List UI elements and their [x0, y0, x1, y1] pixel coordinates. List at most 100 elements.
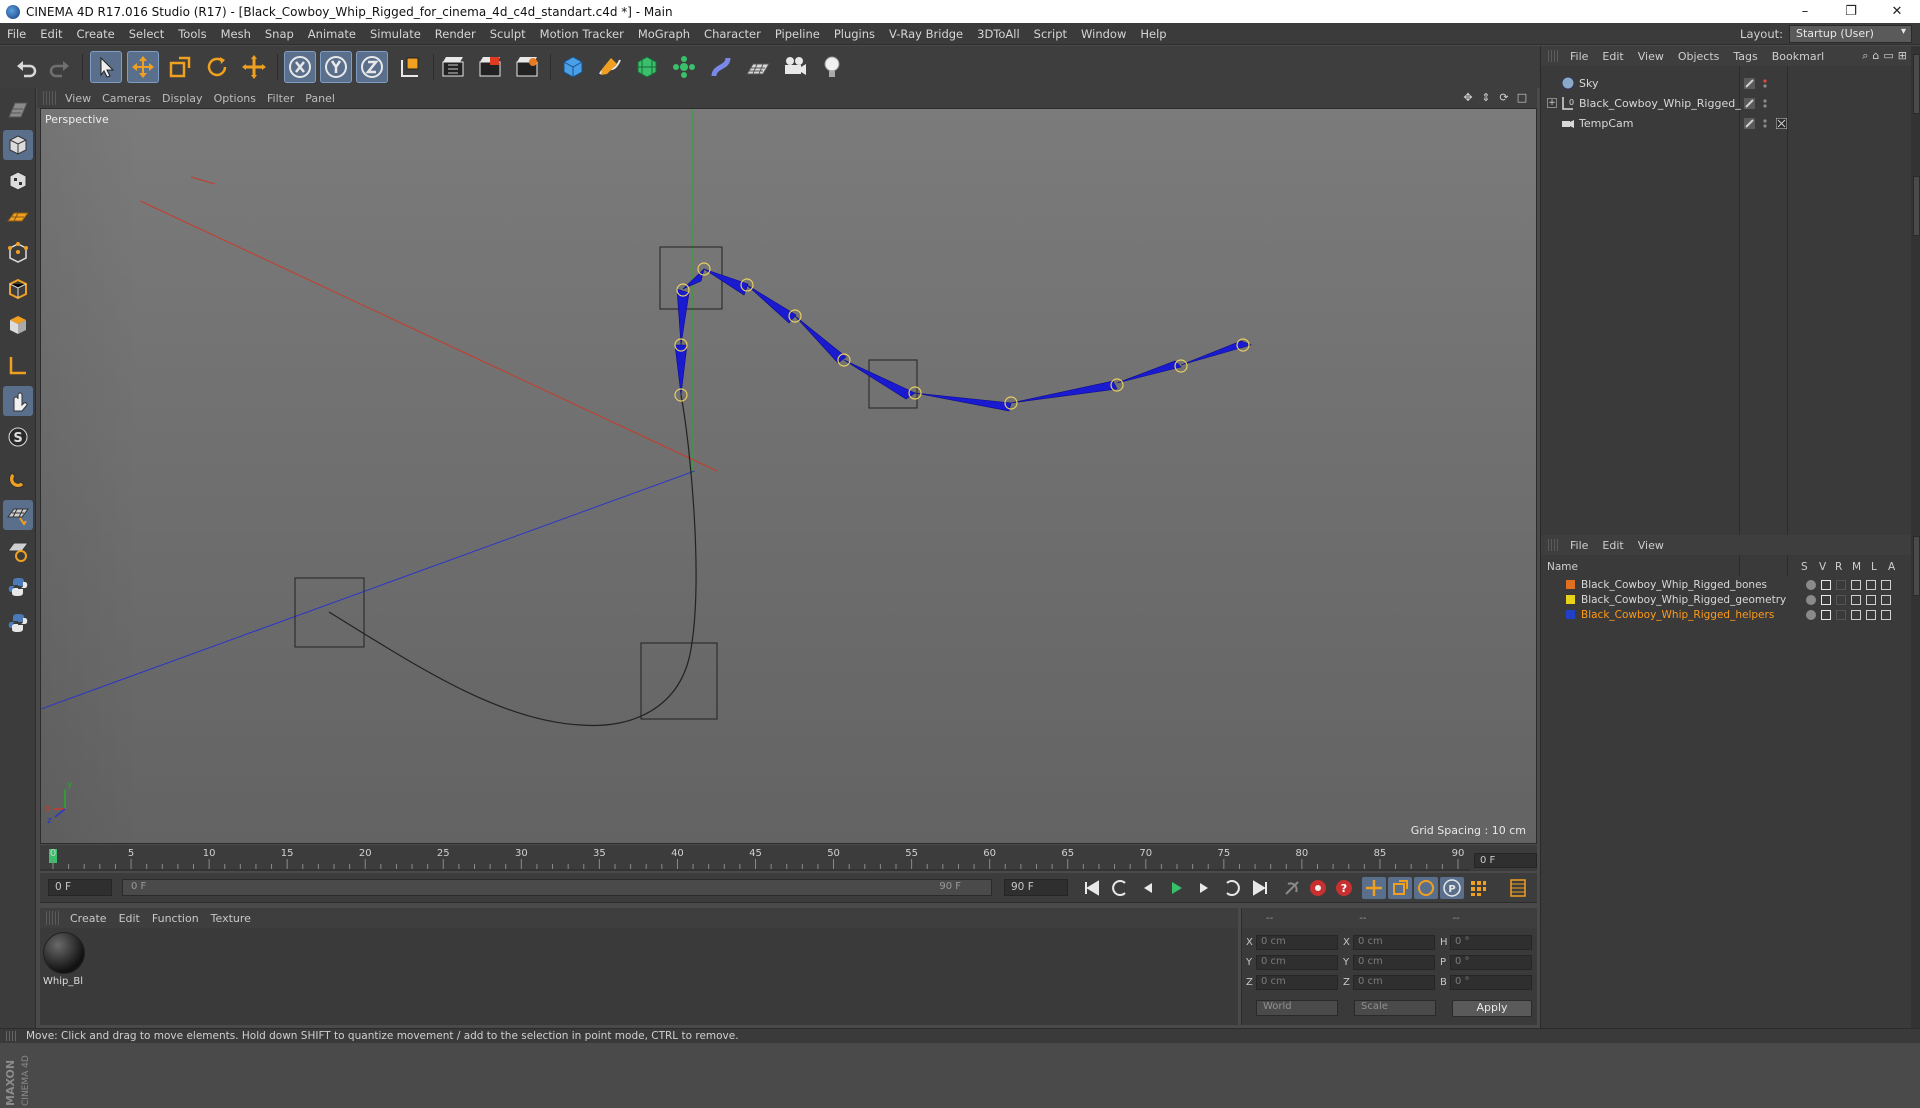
- menu-script[interactable]: Script: [1027, 27, 1074, 41]
- python-console-icon[interactable]: [3, 608, 33, 638]
- polygons-mode-icon[interactable]: [3, 310, 33, 340]
- key-rotation-icon[interactable]: [1414, 877, 1438, 899]
- layer-flag-toggle[interactable]: [1866, 579, 1876, 590]
- layer-flag-toggle[interactable]: [1821, 594, 1831, 605]
- bone[interactable]: [1180, 340, 1252, 366]
- menu-window[interactable]: Window: [1074, 27, 1133, 41]
- rotation-p-field[interactable]: 0 °: [1450, 955, 1532, 970]
- maximize-view-icon[interactable]: □: [1515, 90, 1529, 104]
- scale-icon[interactable]: [164, 51, 196, 83]
- viewport-menu-options[interactable]: Options: [214, 92, 267, 105]
- layer-flag-toggle[interactable]: [1836, 579, 1846, 590]
- close-button[interactable]: ✕: [1874, 0, 1920, 23]
- layer-flags[interactable]: [1806, 594, 1891, 605]
- select-icon[interactable]: [90, 51, 122, 83]
- editor-visibility-icon[interactable]: [1744, 77, 1755, 89]
- menu-mograph[interactable]: MoGraph: [631, 27, 697, 41]
- render-view-icon[interactable]: [437, 51, 469, 83]
- layer-flag-toggle[interactable]: [1881, 579, 1891, 590]
- layer-flag-toggle[interactable]: [1851, 579, 1861, 590]
- scene-view[interactable]: y x z: [41, 109, 1537, 844]
- cube-icon[interactable]: [557, 51, 589, 83]
- layer-color-swatch[interactable]: [1566, 580, 1575, 589]
- menu-vray-bridge[interactable]: V-Ray Bridge: [882, 27, 970, 41]
- size-y-field[interactable]: 0 cm: [1353, 955, 1435, 970]
- camera-target-tag-icon[interactable]: [1776, 117, 1787, 129]
- workplane-lock-icon[interactable]: [3, 536, 33, 566]
- undo-icon[interactable]: [10, 51, 42, 83]
- maximize-button[interactable]: ❐: [1828, 0, 1874, 23]
- menu-character[interactable]: Character: [697, 27, 768, 41]
- frame-range-slider[interactable]: 0 F 90 F: [122, 879, 992, 896]
- menu-file[interactable]: File: [0, 27, 33, 41]
- render-settings-icon[interactable]: [511, 51, 543, 83]
- key-position-icon[interactable]: [1362, 877, 1386, 899]
- whip-bones[interactable]: [674, 268, 1252, 412]
- editor-visibility-icon[interactable]: [1744, 97, 1755, 109]
- viewport-menu-panel[interactable]: Panel: [305, 92, 346, 105]
- menu-simulate[interactable]: Simulate: [363, 27, 428, 41]
- axis-mode-icon[interactable]: [3, 350, 33, 380]
- move-icon[interactable]: [127, 51, 159, 83]
- layer-flag-toggle[interactable]: [1821, 579, 1831, 590]
- side-tab[interactable]: [1913, 54, 1920, 114]
- bone[interactable]: [843, 359, 916, 400]
- objects-menu-edit[interactable]: Edit: [1598, 50, 1633, 63]
- coordinate-space-select[interactable]: World: [1256, 1000, 1338, 1016]
- menu-select[interactable]: Select: [122, 27, 171, 41]
- record-icon[interactable]: [1306, 877, 1330, 899]
- layer-row[interactable]: Black_Cowboy_Whip_Rigged_bones: [1541, 577, 1911, 592]
- layer-flag-toggle[interactable]: [1836, 609, 1846, 620]
- rotation-h-field[interactable]: 0 °: [1450, 935, 1532, 950]
- filter-icon[interactable]: ▭: [1883, 49, 1893, 63]
- grip-icon[interactable]: [1548, 50, 1560, 62]
- timeline-ruler[interactable]: 0 5 10 15 20 25 30 35 40 45 50 55 60 65 70 75 80 85 90: [40, 845, 1537, 871]
- position-x-field[interactable]: 0 cm: [1256, 935, 1338, 950]
- layer-flags[interactable]: [1806, 579, 1891, 590]
- menu-3dtoall[interactable]: 3DToAll: [970, 27, 1027, 41]
- layer-flag-toggle[interactable]: [1806, 579, 1816, 590]
- rotate-view-icon[interactable]: ⟳: [1497, 90, 1511, 104]
- objects-menu-view[interactable]: View: [1634, 50, 1674, 63]
- viewport-menu-cameras[interactable]: Cameras: [102, 92, 162, 105]
- layout-select[interactable]: Startup (User): [1789, 25, 1912, 43]
- viewport-menu-view[interactable]: View: [65, 92, 102, 105]
- layer-color-swatch[interactable]: [1566, 595, 1575, 604]
- autokey-icon[interactable]: ?: [1332, 877, 1356, 899]
- previous-key-icon[interactable]: [1108, 877, 1132, 899]
- next-key-icon[interactable]: [1220, 877, 1244, 899]
- grip-icon[interactable]: [43, 91, 57, 105]
- expand-toggle[interactable]: +: [1547, 98, 1557, 108]
- bone[interactable]: [1010, 380, 1118, 404]
- pan-view-icon[interactable]: ✥: [1461, 90, 1475, 104]
- floor-icon[interactable]: [742, 51, 774, 83]
- timeline-window-icon[interactable]: [1506, 877, 1530, 899]
- redo-icon[interactable]: [44, 51, 76, 83]
- menu-snap[interactable]: Snap: [258, 27, 301, 41]
- bone[interactable]: [794, 315, 847, 364]
- layers-menu-edit[interactable]: Edit: [1598, 539, 1633, 552]
- search-icon[interactable]: ⌕: [1862, 49, 1868, 63]
- camera-icon[interactable]: [779, 51, 811, 83]
- render-visibility-dots-icon[interactable]: [1760, 118, 1771, 129]
- size-mode-select[interactable]: Scale: [1354, 1000, 1436, 1016]
- menu-pipeline[interactable]: Pipeline: [768, 27, 827, 41]
- position-y-field[interactable]: 0 cm: [1256, 955, 1338, 970]
- bone[interactable]: [1116, 360, 1182, 384]
- layer-row[interactable]: Black_Cowboy_Whip_Rigged_helpers: [1541, 607, 1911, 622]
- render-visibility-dots-icon[interactable]: [1760, 78, 1771, 89]
- menu-sculpt[interactable]: Sculpt: [483, 27, 533, 41]
- layers-menu-file[interactable]: File: [1566, 539, 1598, 552]
- size-x-field[interactable]: 0 cm: [1353, 935, 1435, 950]
- apply-button[interactable]: Apply: [1452, 1000, 1532, 1017]
- x-axis-icon[interactable]: [284, 51, 316, 83]
- workplane-icon[interactable]: [3, 202, 33, 232]
- new-view-icon[interactable]: ⊞: [1898, 49, 1907, 63]
- layer-flag-toggle[interactable]: [1851, 594, 1861, 605]
- objects-menu-bookmarks[interactable]: Bookmarl: [1768, 50, 1834, 63]
- menu-create[interactable]: Create: [70, 27, 122, 41]
- menu-mesh[interactable]: Mesh: [214, 27, 258, 41]
- object-row-whip[interactable]: + 0 Black_Cowboy_Whip_Rigged_: [1541, 94, 1911, 112]
- material-swatch[interactable]: Whip_Bl: [43, 932, 87, 992]
- bone[interactable]: [674, 344, 688, 396]
